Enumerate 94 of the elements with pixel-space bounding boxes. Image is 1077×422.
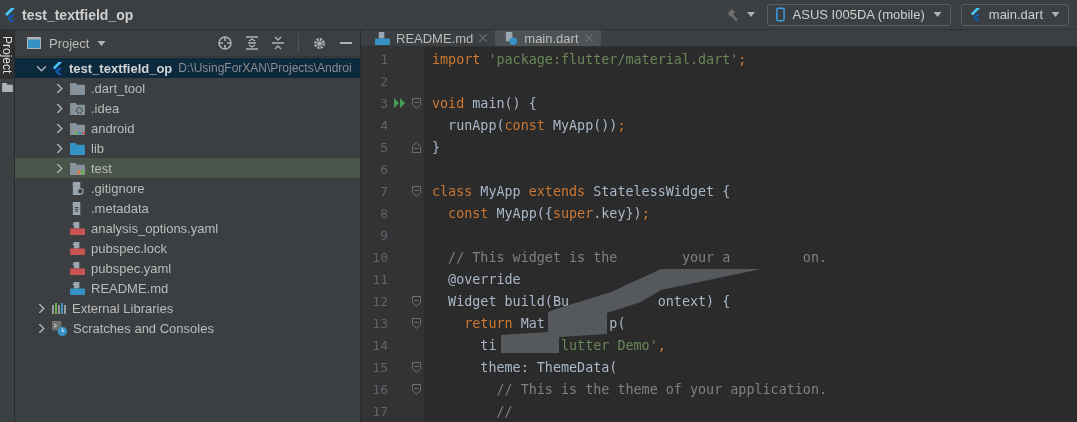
file-icon	[375, 31, 390, 45]
phone-icon	[775, 7, 785, 22]
run-icon[interactable]	[394, 98, 406, 108]
code-line: // This widget is the your a on.	[447, 249, 828, 265]
flutter-logo-icon	[52, 61, 63, 75]
device-dropdown[interactable]: ASUS I005DA (mobile)	[766, 3, 951, 26]
tree-item[interactable]: lib	[15, 138, 360, 158]
tree-item[interactable]: test	[15, 158, 360, 178]
tree-item[interactable]: Scratches and Consoles	[15, 318, 360, 338]
settings-icon[interactable]	[313, 36, 326, 50]
code-line: const MyApp({super.key});	[447, 205, 650, 221]
tree-label: lib	[91, 140, 104, 156]
collapse-all-icon[interactable]	[272, 36, 284, 50]
file-icon	[70, 261, 85, 275]
project-path: D:\UsingForXAN\Projects\Androi	[178, 61, 352, 75]
tree-item[interactable]: README.md	[15, 278, 360, 298]
code-line: import 'package:flutter/material.dart';	[432, 51, 747, 67]
folder-icon	[70, 121, 85, 135]
fold-icon[interactable]	[412, 141, 421, 153]
folder-icon	[1, 83, 13, 93]
code-line: theme: ThemeData(	[479, 359, 618, 375]
fold-icon[interactable]	[412, 317, 421, 329]
tree-item[interactable]: android	[15, 118, 360, 138]
caret-icon[interactable]	[97, 40, 107, 46]
caret-icon	[1051, 12, 1060, 17]
file-icon	[503, 31, 519, 45]
tree-item[interactable]: External Libraries	[15, 298, 360, 318]
chevron-icon[interactable]	[55, 103, 64, 113]
tree-item[interactable]: pubspec.yaml	[15, 258, 360, 278]
tree-item[interactable]: .idea	[15, 98, 360, 118]
tree-item[interactable]: .dart_tool	[15, 78, 360, 98]
fold-icon[interactable]	[412, 361, 421, 373]
expand-all-icon[interactable]	[246, 36, 258, 50]
tree-label: Scratches and Consoles	[73, 320, 214, 336]
code-line: // This is the theme of your application.	[495, 381, 828, 397]
editor-tab[interactable]: README.md	[367, 30, 496, 46]
chevron-icon[interactable]	[37, 303, 46, 313]
chevron-icon[interactable]	[37, 63, 46, 73]
code-line: @override	[447, 271, 521, 287]
panel-title[interactable]: Project	[49, 35, 90, 51]
tree-label: .idea	[91, 100, 120, 116]
file-icon	[70, 221, 85, 235]
scratches-icon	[52, 320, 67, 336]
tree-label: test_textfield_op	[69, 60, 173, 76]
flutter-logo-icon	[969, 8, 981, 21]
chevron-icon[interactable]	[55, 143, 64, 153]
tree-item[interactable]: pubspec.lock	[15, 238, 360, 258]
file-icon	[70, 241, 85, 255]
tree-label: pubspec.lock	[91, 240, 167, 256]
tree-item[interactable]: .metadata	[15, 198, 360, 218]
caret-icon	[932, 12, 942, 17]
caret-icon[interactable]	[746, 12, 755, 17]
chevron-icon[interactable]	[55, 123, 64, 133]
window-icon	[27, 37, 41, 49]
crosshair-icon[interactable]	[218, 36, 232, 50]
code-line: }	[432, 139, 441, 155]
tree-item[interactable]: test_textfield_op D:\UsingForXAN\Projects\Androi	[15, 58, 360, 78]
code-line: ti lutter Demo',	[479, 337, 666, 353]
folder-icon	[70, 101, 85, 115]
tree-item[interactable]: .gitignore	[15, 178, 360, 198]
code-line: runApp(const MyApp());	[447, 117, 626, 133]
project-side-tab[interactable]: Project	[0, 30, 14, 80]
file-icon	[70, 281, 85, 295]
tree-label: test	[91, 160, 112, 176]
tree-label: android	[91, 120, 135, 136]
file-icon	[70, 181, 85, 195]
code-line: class MyApp extends StatelessWidget {	[432, 183, 731, 199]
folder-icon	[70, 161, 85, 175]
tree-label: .metadata	[91, 200, 149, 216]
tree-label: pubspec.yaml	[91, 260, 172, 276]
chevron-icon[interactable]	[55, 83, 64, 93]
code-line: Widget build(Bu ontext) {	[447, 293, 731, 309]
code-line: //	[495, 403, 513, 419]
fold-icon[interactable]	[412, 295, 421, 307]
fold-icon[interactable]	[412, 383, 421, 395]
code-line: void main() {	[432, 95, 537, 111]
tree-label: External Libraries	[72, 300, 174, 316]
libraries-icon	[52, 302, 66, 314]
folder-icon	[70, 141, 85, 155]
fold-icon[interactable]	[412, 185, 421, 197]
tree-label: README.md	[91, 280, 169, 296]
editor-tab[interactable]: main.dart	[495, 30, 601, 46]
tree-label: analysis_options.yaml	[91, 220, 219, 236]
chevron-icon[interactable]	[37, 323, 46, 333]
chevron-icon[interactable]	[55, 163, 64, 173]
flutter-logo-icon	[4, 7, 16, 22]
fold-icon[interactable]	[412, 97, 421, 109]
run-config-dropdown[interactable]: main.dart	[960, 3, 1069, 26]
tree-item[interactable]: analysis_options.yaml	[15, 218, 360, 238]
tree-label: .dart_tool	[91, 80, 146, 96]
window-title: test_textfield_op	[22, 6, 134, 23]
folder-icon	[70, 81, 85, 95]
tree-label: .gitignore	[91, 180, 145, 196]
code-line: return Mat p(	[463, 315, 626, 331]
